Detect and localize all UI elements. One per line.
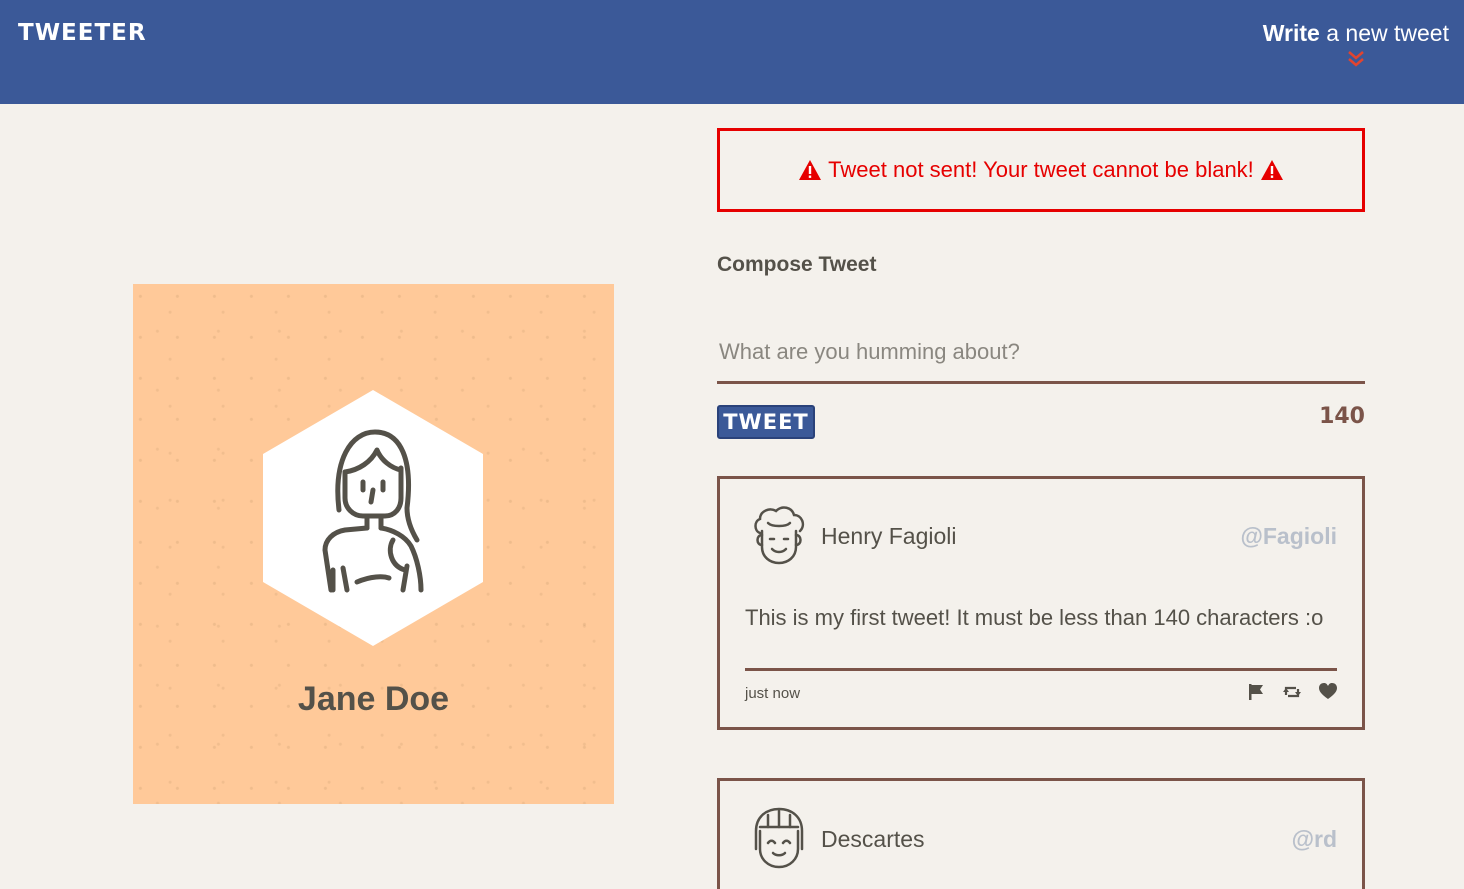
tweet-button[interactable]: TWEET — [717, 405, 815, 439]
user-avatar — [754, 807, 804, 869]
tweet-user-handle[interactable]: @Fagioli — [1240, 523, 1337, 550]
error-banner: Tweet not sent! Your tweet cannot be bla… — [717, 128, 1365, 212]
tweet-timestamp: just now — [745, 685, 801, 702]
retweet-icon[interactable] — [1283, 683, 1301, 701]
char-counter: 140 — [1319, 404, 1365, 429]
tweet-user-name: Descartes — [821, 826, 925, 852]
tweet-card: Henry Fagioli @Fagioli This is my first … — [717, 476, 1365, 730]
flag-icon[interactable] — [1247, 683, 1265, 701]
double-chevron-down-icon[interactable] — [1346, 50, 1366, 68]
top-nav: TWEETER Write a new tweet — [0, 0, 1464, 104]
profile-avatar — [263, 390, 483, 646]
tweet-user-handle[interactable]: @rd — [1292, 826, 1337, 853]
tweet-text: This is my first tweet! It must be less … — [745, 605, 1324, 630]
compose-title: Compose Tweet — [717, 253, 877, 276]
tweet-actions — [1247, 683, 1337, 701]
tweet-card: Descartes @rd — [717, 778, 1365, 889]
tweet-input[interactable] — [717, 322, 1365, 384]
brand-logo[interactable]: TWEETER — [18, 20, 147, 46]
profile-name: Jane Doe — [297, 680, 450, 718]
error-message: Tweet not sent! Your tweet cannot be bla… — [828, 157, 1254, 182]
tweet-divider — [745, 668, 1337, 671]
tweet-user-name: Henry Fagioli — [821, 523, 957, 549]
write-tweet-toggle[interactable]: Write a new tweet — [1263, 20, 1449, 68]
profile-card: Jane Doe — [133, 284, 614, 804]
write-bold: Write — [1262, 20, 1320, 46]
warning-icon — [799, 160, 822, 180]
user-avatar — [754, 506, 805, 565]
warning-icon — [1260, 160, 1283, 180]
write-tweet-label[interactable]: Write a new tweet — [1263, 20, 1449, 47]
write-rest: a new tweet — [1319, 20, 1449, 46]
heart-icon[interactable] — [1319, 683, 1337, 701]
